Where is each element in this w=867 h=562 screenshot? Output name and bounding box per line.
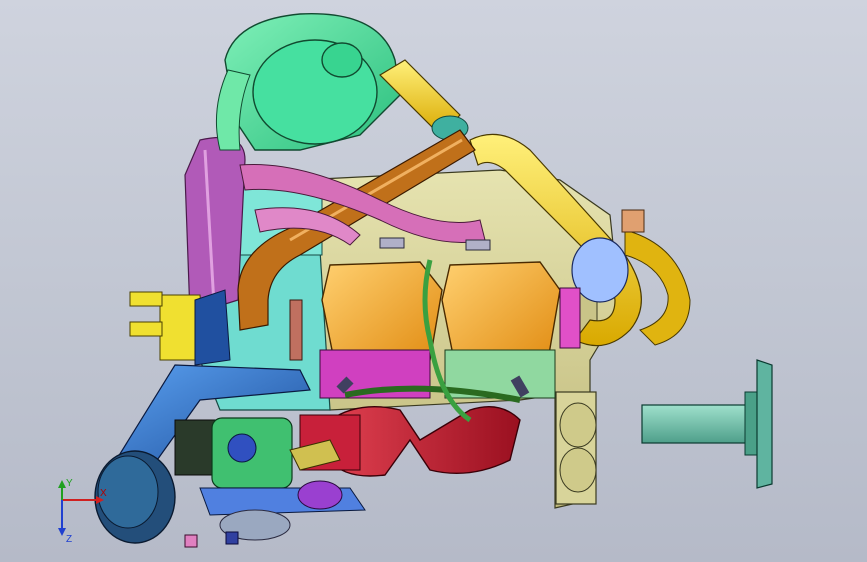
y-axis-label: Y: [66, 478, 73, 489]
engine-assembly-model[interactable]: [0, 0, 867, 562]
oil-return-tube[interactable]: [184, 136, 246, 316]
x-axis-label: X: [100, 488, 107, 499]
propeller-flange-shaft[interactable]: [641, 359, 773, 489]
turbocharger[interactable]: [215, 13, 401, 151]
coordinate-triad: X Y Z: [58, 478, 107, 545]
cad-viewport[interactable]: X Y Z: [0, 0, 867, 562]
intake-manifold[interactable]: [299, 405, 521, 477]
z-axis-label: Z: [66, 534, 72, 545]
